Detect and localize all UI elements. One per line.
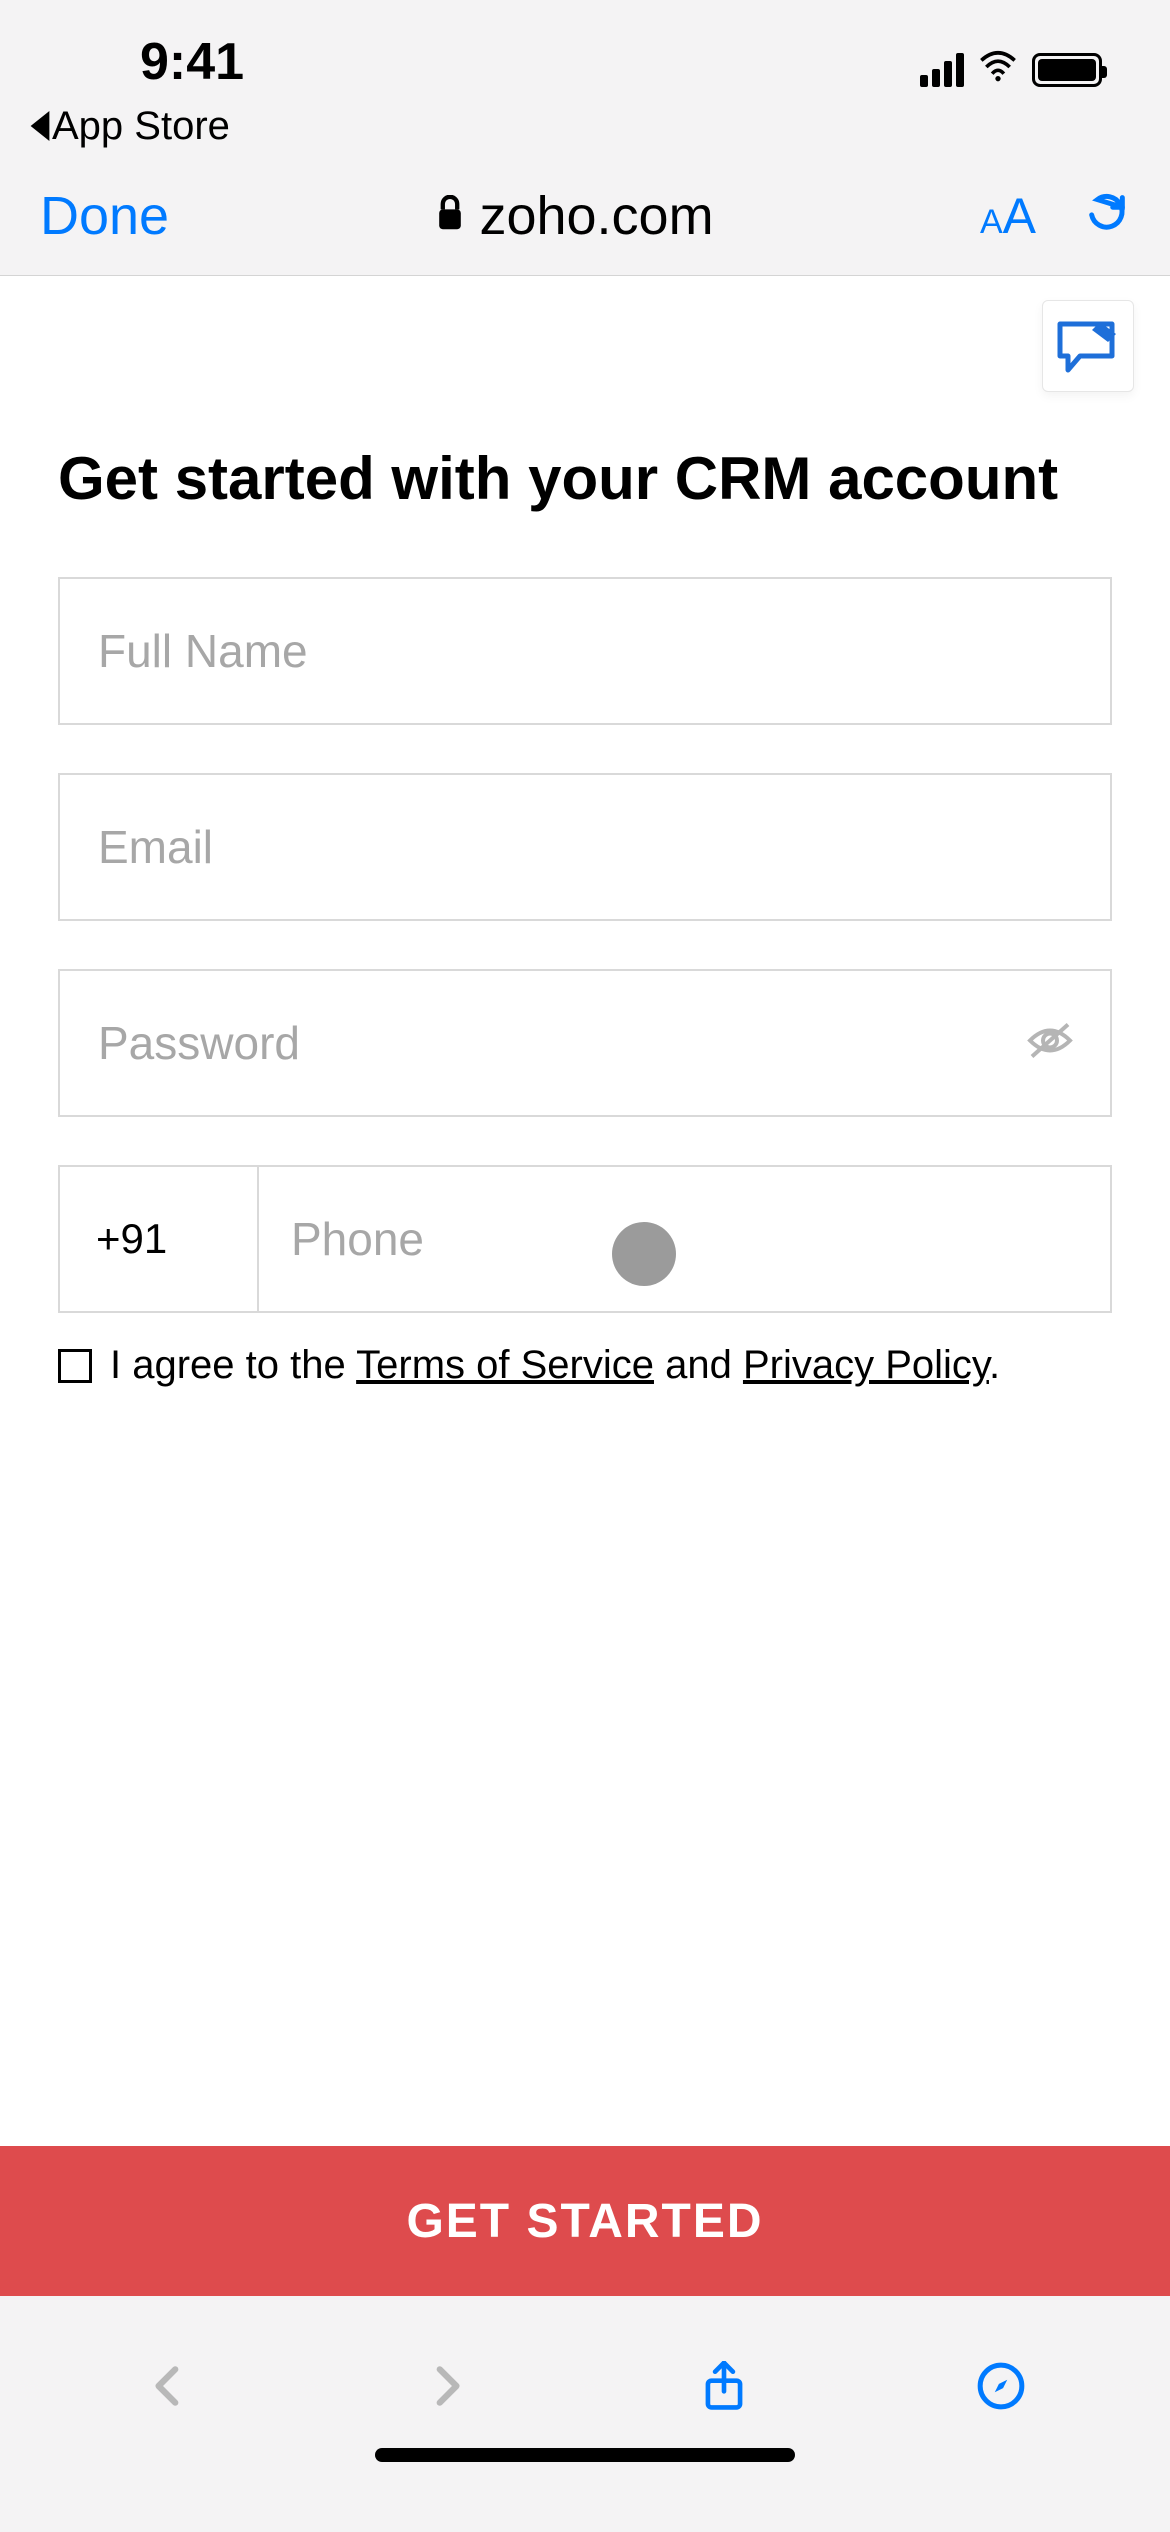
forward-button[interactable]: [421, 2361, 471, 2416]
phone-input[interactable]: [259, 1167, 1110, 1311]
consent-prefix: I agree to the: [110, 1343, 356, 1387]
get-started-button[interactable]: GET STARTED: [0, 2146, 1170, 2296]
email-field-wrapper: [58, 773, 1112, 921]
back-caret-icon: [30, 111, 50, 141]
email-input[interactable]: [60, 775, 1110, 919]
consent-text: I agree to the Terms of Service and Priv…: [110, 1343, 1000, 1388]
url-domain: zoho.com: [479, 185, 713, 247]
share-button[interactable]: [699, 2361, 749, 2416]
cellular-signal-icon: [920, 53, 964, 87]
wifi-icon: [978, 47, 1018, 92]
dial-code-value: +91: [96, 1215, 167, 1263]
status-right: [920, 47, 1110, 92]
lock-icon: [435, 195, 465, 236]
home-indicator[interactable]: [375, 2448, 795, 2462]
status-time: 9:41: [60, 32, 244, 92]
touch-indicator-icon: [612, 1222, 676, 1286]
privacy-policy-link[interactable]: Privacy Policy: [743, 1343, 989, 1387]
url-display[interactable]: zoho.com: [435, 185, 713, 247]
battery-icon: [1032, 53, 1102, 87]
consent-row: I agree to the Terms of Service and Priv…: [58, 1343, 1112, 1388]
consent-suffix: .: [989, 1343, 1000, 1387]
terms-of-service-link[interactable]: Terms of Service: [356, 1343, 654, 1387]
dial-code-selector[interactable]: +91: [60, 1167, 259, 1311]
signup-form: Get started with your CRM account +91: [0, 276, 1170, 1388]
text-size-button[interactable]: AA: [980, 187, 1036, 245]
password-field-wrapper: [58, 969, 1112, 1117]
done-button[interactable]: Done: [40, 185, 169, 247]
browser-top-bar: Done zoho.com AA: [0, 156, 1170, 276]
consent-mid: and: [654, 1343, 743, 1387]
back-to-app-button[interactable]: App Store: [0, 96, 1170, 156]
reload-button[interactable]: [1084, 190, 1130, 241]
speech-bubble-edit-icon: [1056, 319, 1120, 373]
feedback-button[interactable]: [1042, 300, 1134, 392]
password-input[interactable]: [60, 971, 1110, 1115]
phone-field-wrapper: +91: [58, 1165, 1112, 1313]
browser-bottom-toolbar: [0, 2296, 1170, 2480]
full-name-input[interactable]: [60, 579, 1110, 723]
consent-checkbox[interactable]: [58, 1349, 92, 1383]
open-in-safari-button[interactable]: [976, 2361, 1026, 2416]
page-title: Get started with your CRM account: [58, 444, 1112, 513]
toggle-password-visibility-button[interactable]: [1026, 1021, 1074, 1066]
browser-right-controls: AA: [980, 187, 1130, 245]
page-body: Get started with your CRM account +91: [0, 276, 1170, 2296]
back-button[interactable]: [144, 2361, 194, 2416]
status-bar: 9:41: [0, 0, 1170, 96]
back-to-app-label: App Store: [52, 104, 230, 149]
full-name-field-wrapper: [58, 577, 1112, 725]
